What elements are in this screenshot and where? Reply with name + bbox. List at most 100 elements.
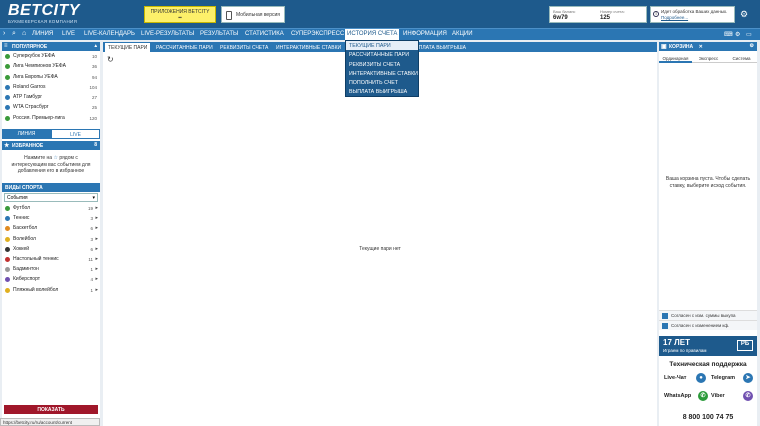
popular-item[interactable]: Россия. Премьер-лига 120 bbox=[2, 113, 100, 123]
tab-express[interactable]: Экспресс bbox=[692, 54, 725, 63]
sport-ball-icon bbox=[5, 84, 10, 90]
sport-item[interactable]: Волейбол 3 ▸ bbox=[2, 234, 100, 244]
age-banner[interactable]: 17 ЛЕТ Играем по правилам РБ bbox=[659, 336, 757, 356]
age-subtitle: Играем по правилам bbox=[663, 348, 707, 353]
search-icon[interactable]: ⌕ bbox=[12, 30, 16, 38]
nav-promotions[interactable]: АКЦИИ bbox=[452, 31, 473, 37]
nav-live[interactable]: LIVE bbox=[62, 31, 75, 37]
collapse-arrow-icon[interactable]: › bbox=[3, 30, 5, 37]
sports-title: ВИДЫ СПОРТА bbox=[5, 185, 43, 191]
menu-current-bets[interactable]: ТЕКУЩИЕ ПАРИ bbox=[346, 41, 418, 51]
sport-item[interactable]: Настольный теннис 11 ▸ bbox=[2, 254, 100, 264]
tab-current-bets[interactable]: ТЕКУЩИЕ ПАРИ bbox=[105, 43, 151, 52]
nav-statistics[interactable]: СТАТИСТИКА bbox=[245, 31, 284, 37]
sport-icon bbox=[5, 287, 10, 293]
nav-live-calendar[interactable]: LIVE-КАЛЕНДАРЬ bbox=[84, 31, 135, 37]
sport-item-count: 6 bbox=[90, 246, 93, 252]
sport-item[interactable]: Баскетбол 6 ▸ bbox=[2, 223, 100, 233]
agree-buyout-checkbox[interactable]: Согласен с изм. суммы выкупа bbox=[659, 310, 757, 320]
tab-line[interactable]: ЛИНИЯ bbox=[2, 129, 51, 139]
settings-icon[interactable]: ⚙ bbox=[735, 31, 740, 38]
sport-item-name: Футбол bbox=[13, 205, 31, 211]
nav-superexpress[interactable]: СУПЕРЭКСПРЕСС bbox=[291, 31, 344, 37]
sport-item-count: 1 bbox=[90, 287, 93, 293]
sport-item-count: 19 bbox=[87, 206, 93, 211]
cart-agreements: Согласен с изм. суммы выкупа Согласен с … bbox=[659, 310, 757, 330]
popular-item[interactable]: WTA Страсбург 25 bbox=[2, 102, 100, 112]
popular-item[interactable]: Лига Чемпионов УЕФА 36 bbox=[2, 61, 100, 71]
telegram-button[interactable]: Telegram ➤ bbox=[711, 372, 755, 386]
menu-settled-bets[interactable]: РАССЧИТАННЫЕ ПАРИ bbox=[346, 50, 418, 59]
sport-item-count: 6 bbox=[90, 226, 93, 232]
favorites-header[interactable]: ★ ИЗБРАННОЕ 8 bbox=[2, 141, 100, 150]
popular-item[interactable]: Roland Garros 104 bbox=[2, 82, 100, 92]
apps-button[interactable]: ПРИЛОЖЕНИЯ BETCITY ▪▪ bbox=[144, 6, 216, 23]
popular-item-name: WTA Страсбург bbox=[13, 104, 49, 111]
nav-information[interactable]: ИНФОРМАЦИЯ bbox=[403, 31, 447, 37]
logo[interactable]: BETCITY БУКМЕКЕРСКАЯ КОМПАНИЯ bbox=[8, 3, 80, 25]
rb-logo: РБ bbox=[737, 340, 753, 351]
refresh-icon[interactable]: ↻ bbox=[107, 55, 114, 64]
chevron-right-icon: ▸ bbox=[95, 286, 98, 293]
tab-settled-bets[interactable]: РАССЧИТАННЫЕ ПАРИ bbox=[153, 43, 216, 52]
language-flag-icon[interactable]: ▭ bbox=[746, 31, 752, 38]
whatsapp-button[interactable]: WhatsApp ✆ bbox=[664, 390, 708, 404]
whatsapp-label: WhatsApp bbox=[664, 393, 692, 399]
nav-line[interactable]: ЛИНИЯ bbox=[32, 31, 53, 37]
tab-live[interactable]: LIVE bbox=[51, 129, 100, 139]
menu-deposit[interactable]: ПОПОЛНИТЬ СЧЕТ bbox=[346, 78, 418, 87]
agree-odds-checkbox[interactable]: Согласен с изменением кф. bbox=[659, 320, 757, 330]
livechat-button[interactable]: Live-Чат ● bbox=[664, 372, 708, 386]
sport-item-name: Киберспорт bbox=[13, 276, 41, 283]
sport-ball-icon bbox=[5, 105, 10, 111]
tab-interactive-bets[interactable]: ИНТЕРАКТИВНЫЕ СТАВКИ bbox=[273, 43, 344, 52]
chevron-right-icon: ▸ bbox=[95, 266, 98, 273]
phone-icon bbox=[226, 11, 232, 20]
popular-item-name: Суперкубок УЕФА bbox=[13, 53, 55, 59]
mobile-version-button[interactable]: Мобильная версия bbox=[221, 6, 285, 23]
nav-live-results[interactable]: LIVE-РЕЗУЛЬТАТЫ bbox=[141, 31, 194, 37]
sport-item-name: Волейбол bbox=[13, 235, 36, 242]
popular-item[interactable]: ATP Гамбург 27 bbox=[2, 92, 100, 102]
nav-account-history[interactable]: ИСТОРИЯ СЧЕТА bbox=[345, 29, 400, 40]
popular-item[interactable]: Лига Европы УЕФА 94 bbox=[2, 72, 100, 82]
whatsapp-icon: ✆ bbox=[698, 391, 708, 401]
bet-status-link[interactable]: Подробнее... bbox=[661, 15, 688, 20]
cart-settings-icon[interactable]: ⚙ bbox=[750, 43, 754, 49]
sport-item[interactable]: Хоккей 6 ▸ bbox=[2, 244, 100, 254]
sport-ball-icon bbox=[5, 95, 10, 101]
tab-system[interactable]: Система bbox=[725, 54, 758, 63]
favorites-panel: ★ ИЗБРАННОЕ 8 Нажмите на ☆ рядом с интер… bbox=[2, 141, 100, 180]
events-select[interactable]: События ▾ bbox=[4, 193, 98, 202]
menu-interactive-bets[interactable]: ИНТЕРАКТИВНЫЕ СТАВКИ bbox=[346, 69, 418, 78]
support-phone[interactable]: 8 800 100 74 75 bbox=[659, 414, 757, 421]
sport-item-name: Бадминтон bbox=[13, 266, 39, 273]
menu-account-details[interactable]: РЕКВИЗИТЫ СЧЕТА bbox=[346, 60, 418, 69]
show-button[interactable]: ПОКАЗАТЬ bbox=[4, 405, 98, 414]
sport-item[interactable]: Бадминтон 1 ▸ bbox=[2, 264, 100, 274]
sport-item[interactable]: Теннис 3 ▸ bbox=[2, 213, 100, 223]
sport-item[interactable]: Киберспорт 4 ▸ bbox=[2, 274, 100, 284]
popular-header[interactable]: ≡ ПОПУЛЯРНОЕ ▴ bbox=[2, 42, 100, 51]
collapse-icon[interactable]: ▴ bbox=[94, 43, 97, 49]
hotkeys-icon[interactable]: ⌨ bbox=[724, 31, 733, 38]
menu-payout[interactable]: ВЫПЛАТА ВЫИГРЫША bbox=[346, 87, 418, 96]
tab-single[interactable]: Ординарная bbox=[659, 54, 692, 63]
top-bar: BETCITY БУКМЕКЕРСКАЯ КОМПАНИЯ ПРИЛОЖЕНИЯ… bbox=[0, 0, 760, 28]
popular-item[interactable]: Суперкубок УЕФА 10 bbox=[2, 51, 100, 61]
tab-account-details[interactable]: РЕКВИЗИТЫ СЧЕТА bbox=[217, 43, 271, 52]
cart-close-icon[interactable]: ✕ bbox=[699, 44, 703, 50]
sport-icon bbox=[5, 216, 10, 222]
nav-results[interactable]: РЕЗУЛЬТАТЫ bbox=[200, 31, 238, 37]
settings-gear-icon[interactable]: ⚙ bbox=[740, 9, 748, 20]
sport-item[interactable]: Футбол 19 ▸ bbox=[2, 203, 100, 213]
sport-item[interactable]: Пляжный волейбол 1 ▸ bbox=[2, 285, 100, 295]
chevron-down-icon: ▾ bbox=[92, 195, 95, 201]
viber-button[interactable]: Viber ✆ bbox=[711, 390, 755, 404]
sport-ball-icon bbox=[5, 54, 10, 59]
checkbox-icon bbox=[662, 323, 668, 329]
home-icon[interactable]: ⌂ bbox=[22, 30, 26, 37]
account-label: Номер счета: bbox=[600, 9, 625, 14]
star-outline-icon: ☆ bbox=[53, 155, 58, 161]
sport-item-name: Хоккей bbox=[13, 245, 30, 252]
